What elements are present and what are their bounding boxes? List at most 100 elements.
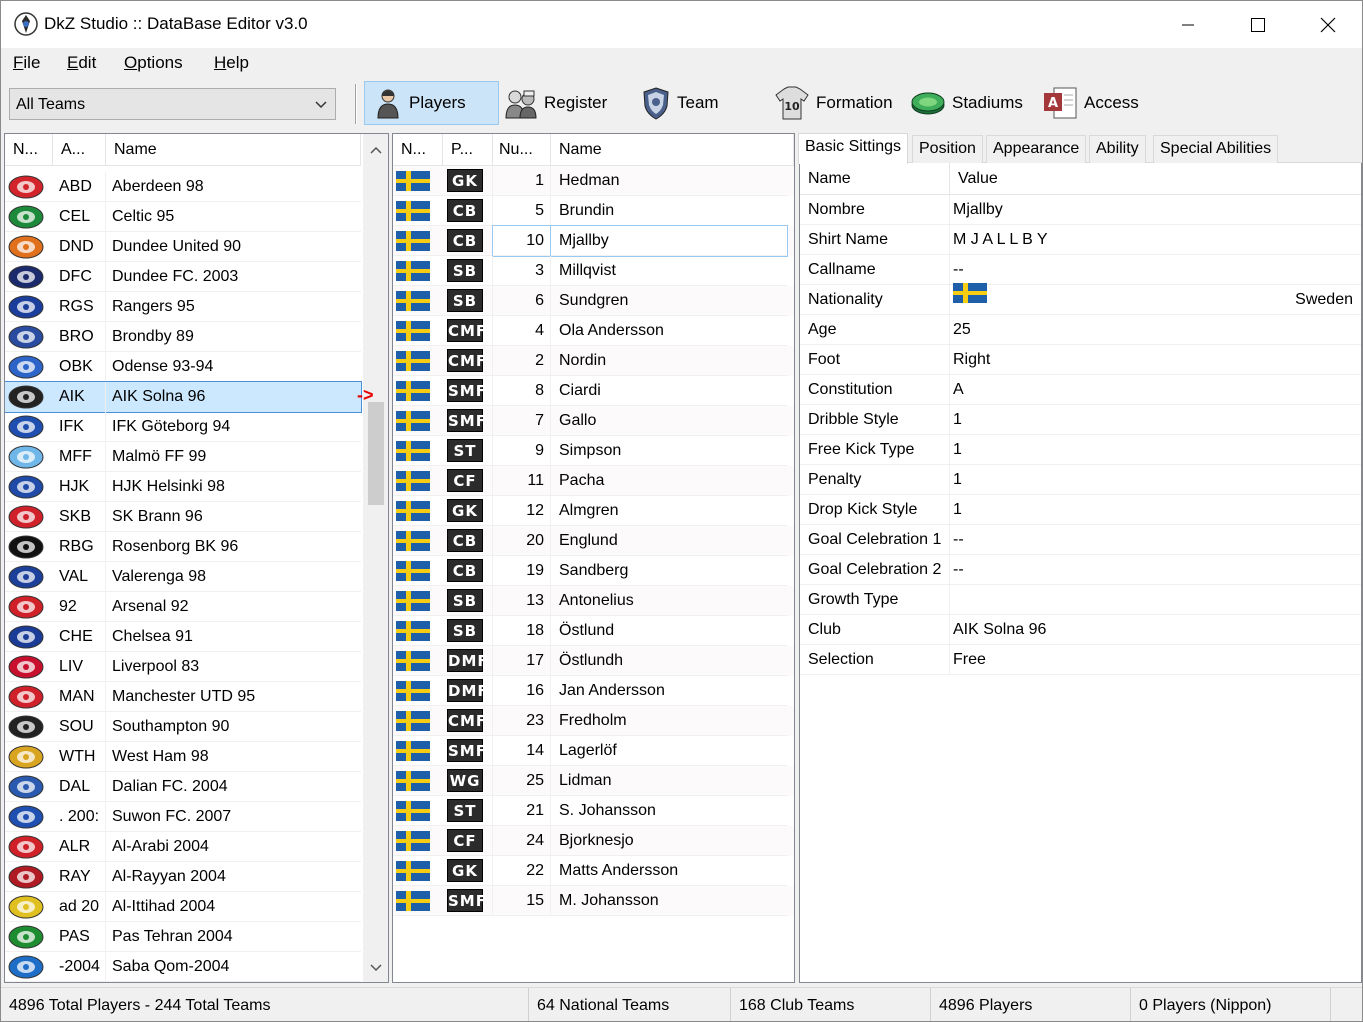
minimize-button[interactable] [1153,1,1223,48]
teams-col-abbr[interactable]: A... [53,134,106,166]
property-value[interactable]: M J A L L B Y [950,225,1361,254]
scroll-up-button[interactable] [363,138,388,162]
player-row[interactable]: CB 19 Sandberg [393,556,794,586]
player-row[interactable]: SMF 14 Lagerlöf [393,736,794,766]
players-col-position[interactable]: P... [443,134,493,166]
property-value[interactable]: Free [950,645,1361,674]
property-row[interactable]: Dribble Style 1 [800,405,1361,435]
player-row[interactable]: SMF 8 Ciardi [393,376,794,406]
team-row[interactable]: BRO Brondby 89 [5,322,361,352]
player-row[interactable]: SB 13 Antonelius [393,586,794,616]
team-row[interactable]: MFF Malmö FF 99 [5,442,361,472]
menu-file[interactable]: File [13,53,40,73]
register-button[interactable]: Register [504,81,607,125]
player-row[interactable]: CB 10 Mjallby [393,225,794,257]
property-row[interactable]: Foot Right [800,345,1361,375]
player-row[interactable]: CB 5 Brundin [393,196,794,226]
formation-button[interactable]: 10 Formation [774,81,893,125]
property-row[interactable]: Constitution A [800,375,1361,405]
teams-col-name[interactable]: Name [106,134,361,166]
player-row[interactable]: WG 25 Lidman [393,766,794,796]
team-row[interactable]: RGS Rangers 95 [5,292,361,322]
property-value[interactable]: 1 [950,465,1361,494]
players-col-name[interactable]: Name [551,134,794,166]
tab-appearance[interactable]: Appearance [986,135,1087,163]
player-row[interactable]: GK 1 Hedman [393,166,794,196]
team-row[interactable]: CHE Chelsea 91 [5,622,361,652]
team-row[interactable]: DAL Dalian FC. 2004 [5,772,361,802]
team-row[interactable]: VAL Valerenga 98 [5,562,361,592]
properties-col-value[interactable]: Value [950,163,1361,195]
team-row[interactable]: . 200: Suwon FC. 2007 [5,802,361,832]
property-row[interactable]: Penalty 1 [800,465,1361,495]
team-row[interactable]: PAS Pas Tehran 2004 [5,922,361,952]
teams-list[interactable]: N... A... Name ABD Aberdeen 98 CEL Celtic 9… [4,133,389,983]
property-row[interactable]: Selection Free [800,645,1361,675]
team-row[interactable]: CEL Celtic 95 [5,202,361,232]
team-row[interactable]: ad 20 Al-Ittihad 2004 [5,892,361,922]
property-row[interactable]: Goal Celebration 1 -- [800,525,1361,555]
team-row[interactable]: MAN Manchester UTD 95 [5,682,361,712]
property-value[interactable]: Sweden [950,282,1361,314]
player-row[interactable]: ST 21 S. Johansson [393,796,794,826]
menu-options[interactable]: Options [124,53,183,73]
property-row[interactable]: Age 25 [800,315,1361,345]
team-row[interactable]: AIK AIK Solna 96 [5,381,362,413]
tab-basic-sittings[interactable]: Basic Sittings [798,133,909,164]
property-value[interactable]: -- [950,525,1361,554]
property-value[interactable] [950,585,1361,614]
team-row[interactable]: DFC Dundee FC. 2003 [5,262,361,292]
player-row[interactable]: ST 9 Simpson [393,436,794,466]
team-row[interactable]: ALR Al-Arabi 2004 [5,832,361,862]
property-row[interactable]: Club AIK Solna 96 [800,615,1361,645]
player-row[interactable]: SB 6 Sundgren [393,286,794,316]
player-row[interactable]: DMF 16 Jan Andersson [393,676,794,706]
team-row[interactable]: WTH West Ham 98 [5,742,361,772]
team-row[interactable]: SOU Southampton 90 [5,712,361,742]
menu-edit[interactable]: Edit [67,53,96,73]
player-row[interactable]: CF 11 Pacha [393,466,794,496]
tab-position[interactable]: Position [912,135,983,163]
property-value[interactable]: -- [950,555,1361,584]
team-row[interactable]: RAY Al-Rayyan 2004 [5,862,361,892]
property-value[interactable]: Right [950,345,1361,374]
tab-ability[interactable]: Ability [1089,135,1146,163]
player-row[interactable]: SMF 7 Gallo [393,406,794,436]
team-button[interactable]: Team [641,81,719,125]
access-button[interactable]: A Access [1042,81,1139,125]
team-row[interactable]: IFK IFK Göteborg 94 [5,412,361,442]
close-button[interactable] [1293,1,1362,48]
player-row[interactable]: DMF 17 Östlundh [393,646,794,676]
player-row[interactable]: CMF 23 Fredholm [393,706,794,736]
property-value[interactable]: A [950,375,1361,404]
player-row[interactable]: CF 24 Bjorknesjo [393,826,794,856]
property-value[interactable]: 1 [950,435,1361,464]
property-row[interactable]: Goal Celebration 2 -- [800,555,1361,585]
player-row[interactable]: SMF 15 M. Johansson [393,886,794,916]
team-row[interactable]: ABD Aberdeen 98 [5,172,361,202]
player-row[interactable]: SB 18 Östlund [393,616,794,646]
player-row[interactable]: CMF 2 Nordin [393,346,794,376]
property-row[interactable]: Shirt Name M J A L L B Y [800,225,1361,255]
property-value[interactable]: AIK Solna 96 [950,615,1361,644]
property-value[interactable]: 1 [950,495,1361,524]
property-row[interactable]: Nombre Mjallby [800,195,1361,225]
players-button[interactable]: Players [364,81,499,125]
property-row[interactable]: Drop Kick Style 1 [800,495,1361,525]
players-col-nationality[interactable]: N... [393,134,443,166]
property-value[interactable]: 25 [950,315,1361,344]
player-row[interactable]: CB 20 Englund [393,526,794,556]
property-value[interactable]: -- [950,255,1361,284]
team-row[interactable]: OBK Odense 93-94 [5,352,361,382]
team-row[interactable]: SKB SK Brann 96 [5,502,361,532]
team-row[interactable]: DND Dundee United 90 [5,232,361,262]
player-row[interactable]: GK 22 Matts Andersson [393,856,794,886]
player-row[interactable]: GK 12 Almgren [393,496,794,526]
players-col-number[interactable]: Nu... [493,134,551,166]
scroll-down-button[interactable] [363,956,388,980]
player-row[interactable]: CMF 4 Ola Andersson [393,316,794,346]
team-filter-select[interactable]: All Teams [9,88,336,120]
properties-grid[interactable]: Name Value Nombre Mjallby Shirt Name M J A … [799,163,1362,983]
teams-scrollbar[interactable] [363,134,388,982]
team-row[interactable]: LIV Liverpool 83 [5,652,361,682]
